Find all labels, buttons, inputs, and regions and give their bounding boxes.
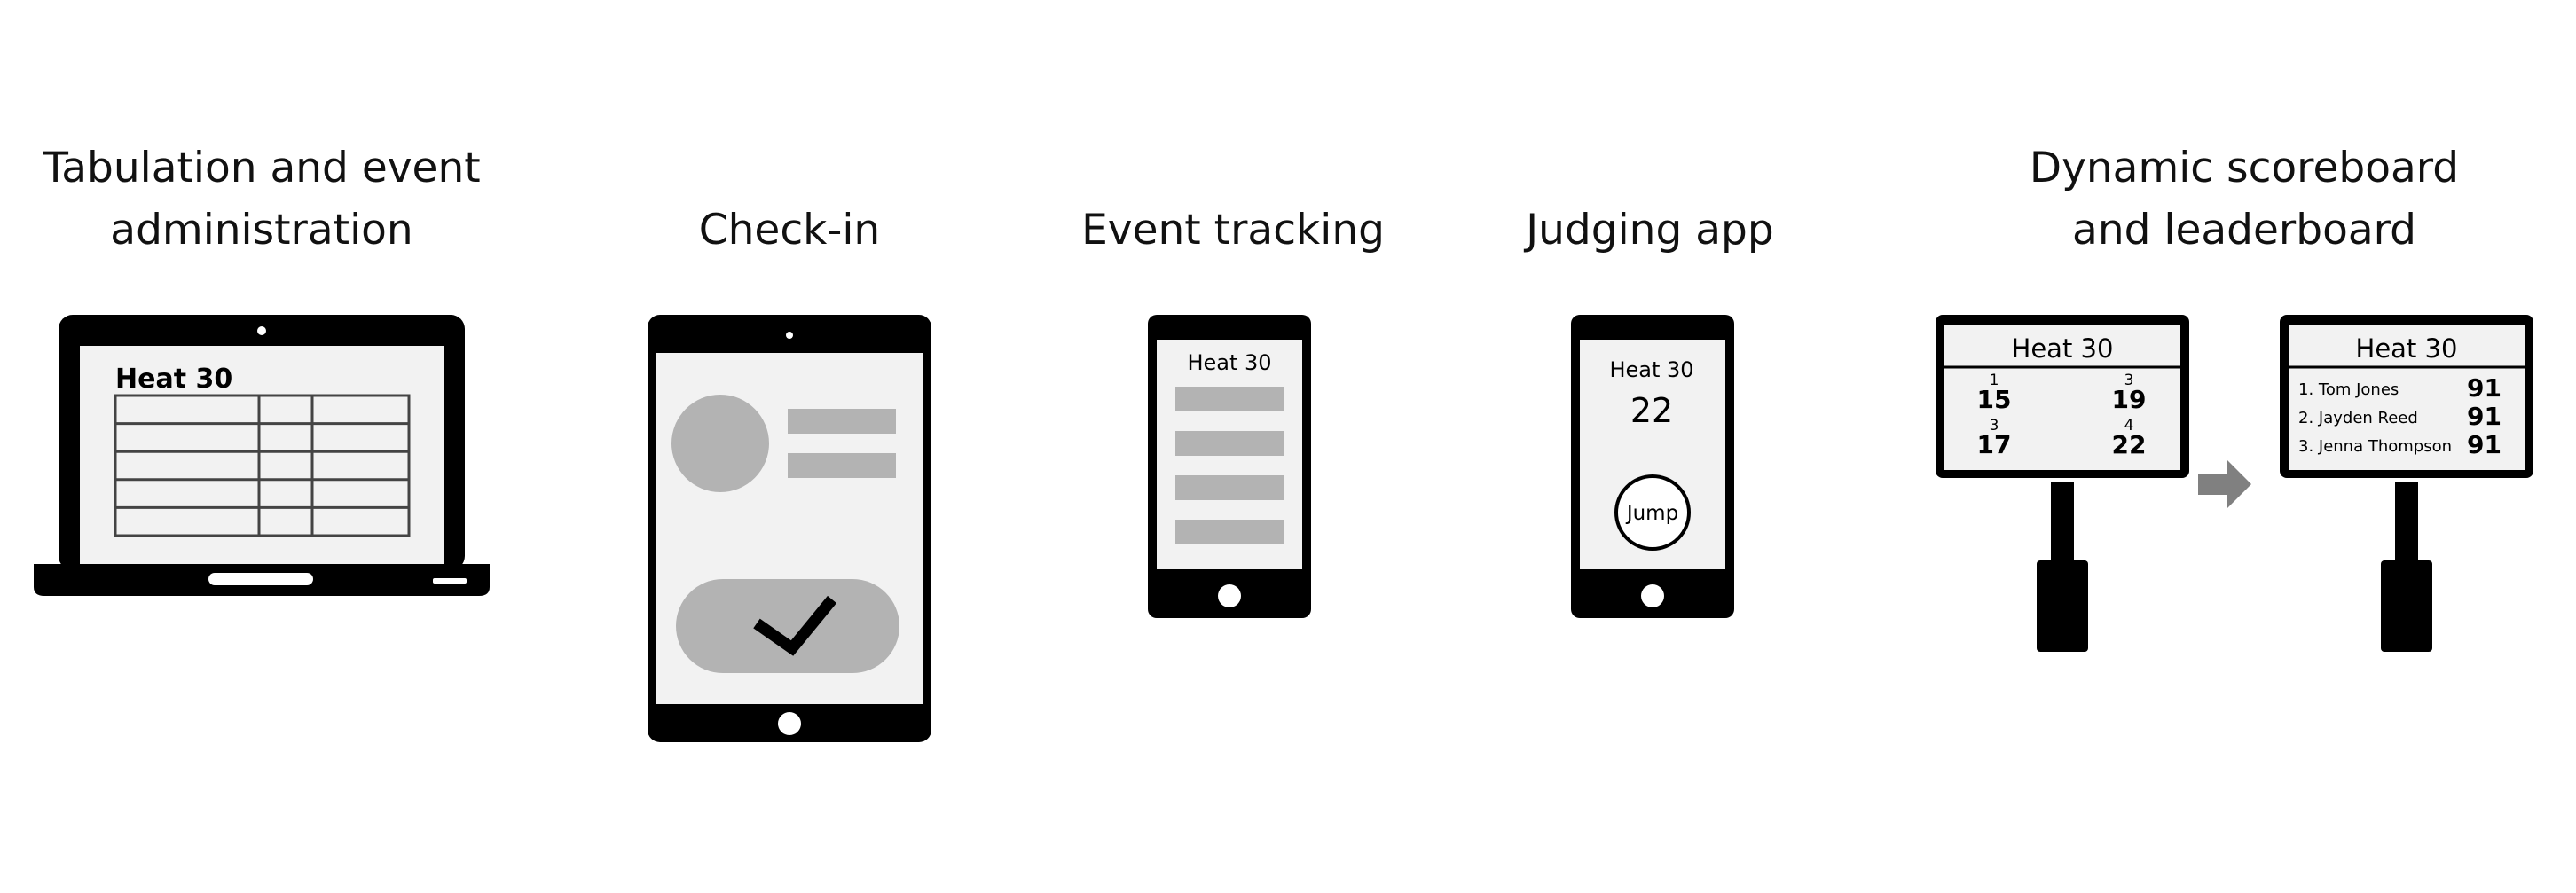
judging-phone-home-button (1641, 584, 1664, 607)
leaderboard-display-icon: Heat 30 1. Tom Jones 91 2. Jayden Reed 9… (2280, 315, 2533, 652)
judging-heading: Heat 30 (1609, 357, 1693, 382)
tablet-icon (648, 315, 931, 742)
tracking-heading: Heat 30 (1187, 350, 1271, 375)
scoreboard-pole (2051, 482, 2074, 562)
jump-button-label: Jump (1625, 502, 1678, 525)
leaderboard-score-1: 91 (2467, 373, 2501, 403)
scoreboard-score-3: 17 (1977, 430, 2012, 459)
tablet-text-line-1 (788, 409, 896, 434)
avatar-icon (671, 395, 769, 492)
right-arrow-icon (2198, 459, 2251, 509)
scoreboard-score-2: 19 (2112, 385, 2147, 414)
laptop-trackpad-notch (208, 573, 313, 585)
laptop-led (433, 578, 467, 584)
judging-phone-icon: Heat 30 22 Jump (1571, 315, 1734, 618)
leaderboard-pole (2395, 482, 2418, 562)
scoreboard-score-4: 22 (2112, 430, 2147, 459)
tablet-camera (786, 332, 793, 339)
leaderboard-base (2381, 560, 2432, 652)
check-in-button[interactable] (676, 579, 899, 673)
scoreboard-heading: Heat 30 (2012, 333, 2114, 364)
laptop-camera (257, 326, 266, 335)
tracking-row-3 (1175, 475, 1284, 500)
tracking-phone-home-button (1218, 584, 1241, 607)
judging-score: 22 (1630, 391, 1673, 430)
leaderboard-name-2: 2. Jayden Reed (2298, 409, 2418, 427)
scoreboard-score-1: 15 (1977, 385, 2012, 414)
tracking-phone-icon: Heat 30 (1148, 315, 1311, 618)
laptop-icon: Heat 30 (34, 315, 490, 596)
workflow-diagram: Tabulation and event administration Chec… (0, 0, 2576, 893)
tracking-row-4 (1175, 520, 1284, 544)
diagram-canvas: Heat 30 Heat 30 Heat 30 22 Jump Heat 30 … (34, 315, 2533, 742)
tablet-text-line-2 (788, 453, 896, 478)
laptop-heading: Heat 30 (115, 364, 232, 395)
tracking-row-2 (1175, 431, 1284, 456)
leaderboard-score-3: 91 (2467, 430, 2501, 459)
tablet-home-button (778, 712, 801, 735)
leaderboard-heading: Heat 30 (2356, 333, 2458, 364)
scoreboard-display-icon: Heat 30 1 15 3 19 3 17 4 22 (1936, 315, 2189, 652)
scoreboard-base (2037, 560, 2088, 652)
leaderboard-name-3: 3. Jenna Thompson (2298, 437, 2452, 456)
leaderboard-name-1: 1. Tom Jones (2298, 380, 2399, 399)
tracking-row-1 (1175, 387, 1284, 411)
leaderboard-score-2: 91 (2467, 402, 2501, 431)
